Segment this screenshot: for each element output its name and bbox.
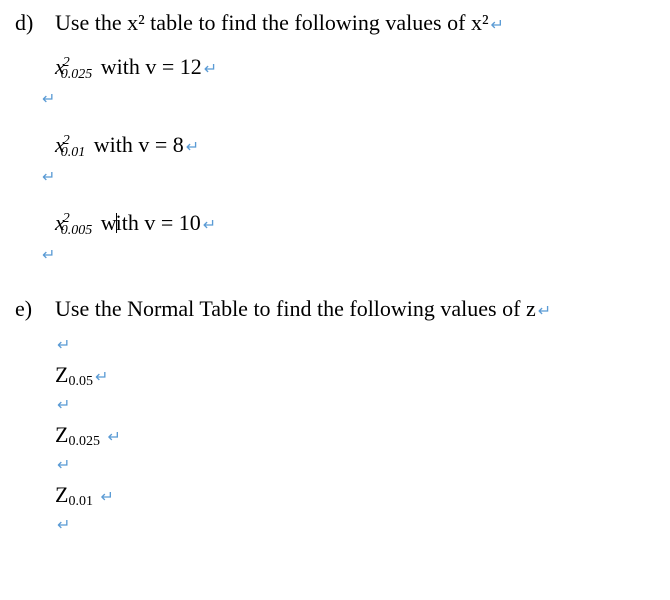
question-d-text: Use the x² table to find the following v… bbox=[55, 10, 655, 36]
return-icon: ↵ bbox=[100, 487, 113, 507]
e-z2: Z0.025 ↵ bbox=[55, 422, 655, 448]
blank-line: ↵ bbox=[40, 84, 655, 110]
question-d: d) Use the x² table to find the followin… bbox=[15, 10, 655, 36]
d-sub2-text: with v = 8 bbox=[88, 132, 184, 157]
z-symbol: Z bbox=[55, 482, 68, 507]
chi-squared-symbol: x20.005 bbox=[55, 210, 95, 236]
return-icon: ↵ bbox=[57, 515, 70, 535]
text-cursor bbox=[116, 213, 117, 233]
d-sub3: x20.005 with v = 10↵ bbox=[55, 210, 655, 236]
blank-line: ↵ bbox=[55, 390, 655, 416]
return-icon: ↵ bbox=[57, 455, 70, 475]
d-sub1-text: with v = 12 bbox=[95, 54, 202, 79]
blank-line: ↵ bbox=[55, 450, 655, 476]
question-e-text: Use the Normal Table to find the followi… bbox=[55, 296, 655, 322]
z2-sub: 0.025 bbox=[68, 434, 100, 449]
return-icon: ↵ bbox=[491, 15, 504, 35]
return-icon: ↵ bbox=[42, 89, 55, 109]
return-icon: ↵ bbox=[57, 335, 70, 355]
item-label-e: e) bbox=[15, 296, 55, 322]
z-symbol: Z bbox=[55, 362, 68, 387]
chi-squared-symbol: x20.025 bbox=[55, 54, 95, 80]
z-symbol: Z bbox=[55, 422, 68, 447]
return-icon: ↵ bbox=[95, 367, 108, 387]
return-icon: ↵ bbox=[203, 215, 216, 235]
item-label-d: d) bbox=[15, 10, 55, 36]
e-z1: Z0.05↵ bbox=[55, 362, 655, 388]
question-e: e) Use the Normal Table to find the foll… bbox=[15, 296, 655, 322]
blank-line: ↵ bbox=[40, 240, 655, 266]
z3-sub: 0.01 bbox=[68, 494, 93, 509]
return-icon: ↵ bbox=[186, 137, 199, 157]
question-e-content: Use the Normal Table to find the followi… bbox=[55, 296, 536, 321]
return-icon: ↵ bbox=[107, 427, 120, 447]
z1-sub: 0.05 bbox=[68, 374, 93, 389]
return-icon: ↵ bbox=[538, 301, 551, 321]
d-sub1: x20.025 with v = 12↵ bbox=[55, 54, 655, 80]
d-sub2: x20.01 with v = 8↵ bbox=[55, 132, 655, 158]
d-sub3-text-before: w bbox=[95, 210, 116, 235]
blank-line: ↵ bbox=[55, 510, 655, 536]
return-icon: ↵ bbox=[204, 59, 217, 79]
question-d-content: Use the x² table to find the following v… bbox=[55, 10, 489, 35]
return-icon: ↵ bbox=[42, 167, 55, 187]
d-sub3-text-after: ith v = 10 bbox=[116, 210, 201, 235]
return-icon: ↵ bbox=[57, 395, 70, 415]
chi-squared-symbol: x20.01 bbox=[55, 132, 88, 158]
blank-line: ↵ bbox=[55, 330, 655, 356]
e-z3: Z0.01 ↵ bbox=[55, 482, 655, 508]
blank-line: ↵ bbox=[40, 162, 655, 188]
return-icon: ↵ bbox=[42, 245, 55, 265]
